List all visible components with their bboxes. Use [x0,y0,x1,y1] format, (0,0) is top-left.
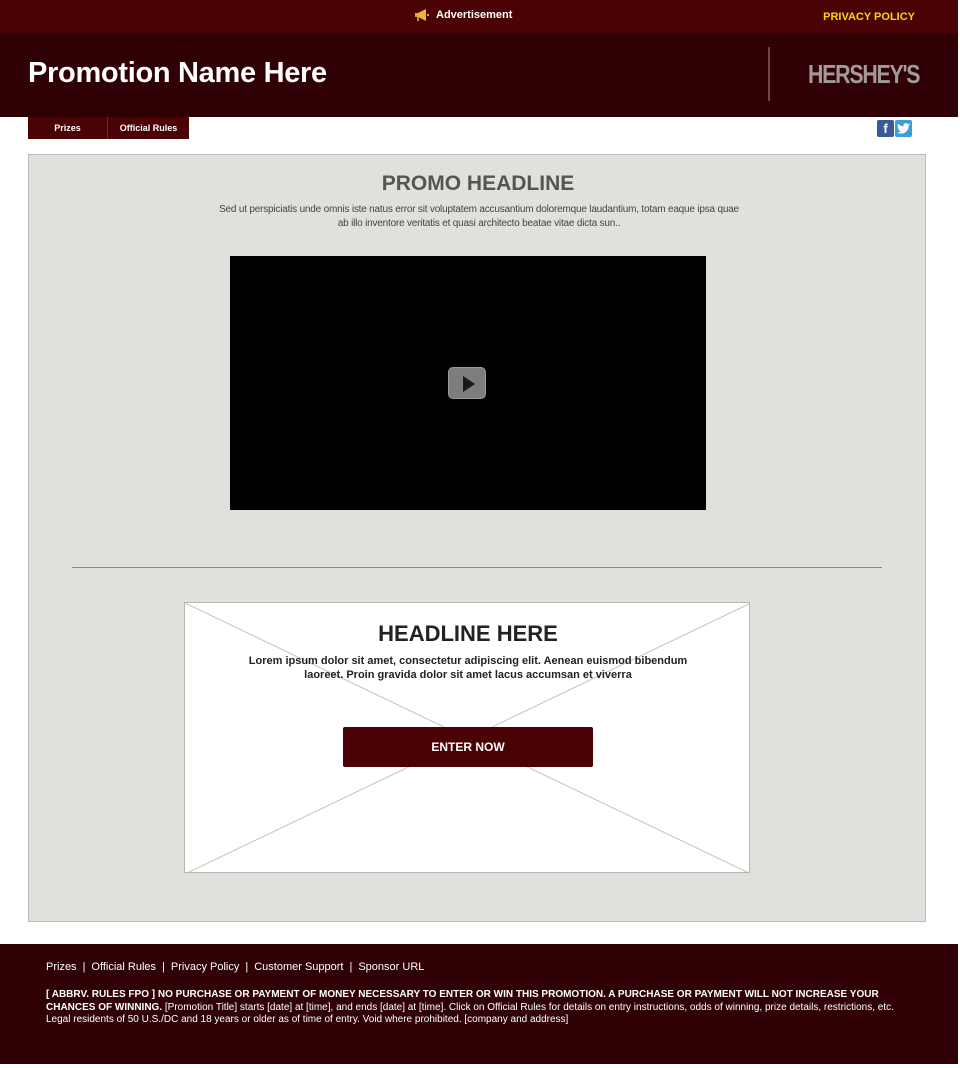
footer-legal-body: [Promotion Title] starts [date] at [time… [46,1001,894,1026]
footer-links: Prizes | Official Rules | Privacy Policy… [46,961,424,973]
footer-link-privacy-policy[interactable]: Privacy Policy [171,961,239,973]
privacy-policy-link[interactable]: PRIVACY POLICY [823,11,915,23]
promo-copy: Sed ut perspiciatis unde omnis iste natu… [219,204,739,229]
footer-link-sponsor-url[interactable]: Sponsor URL [358,961,424,973]
twitter-icon[interactable] [895,120,912,137]
twitter-bird-icon [897,123,910,134]
footer-separator: | [82,961,86,973]
facebook-glyph: f [883,121,888,136]
subnav-official-rules[interactable]: Official Rules [108,117,189,139]
footer-link-prizes[interactable]: Prizes [46,961,77,973]
footer-separator: | [245,961,249,973]
enter-now-button[interactable]: ENTER NOW [343,727,593,767]
sub-navigation: Prizes Official Rules [28,117,189,139]
advertisement-label-group: Advertisement [414,9,512,21]
subnav-prizes[interactable]: Prizes [28,117,108,139]
header: Promotion Name Here HERSHEY'S [0,33,958,117]
video-player[interactable] [230,256,706,510]
megaphone-icon [415,9,429,21]
footer-separator: | [162,961,165,973]
facebook-icon[interactable]: f [877,120,894,137]
play-icon[interactable] [448,367,486,399]
promotion-name: Promotion Name Here [28,57,327,89]
footer-link-official-rules[interactable]: Official Rules [91,961,156,973]
footer-link-customer-support[interactable]: Customer Support [254,961,343,973]
entry-headline: HEADLINE HERE [378,621,558,646]
entry-box: HEADLINE HERE Lorem ipsum dolor sit amet… [184,602,750,873]
footer-separator: | [349,961,353,973]
promo-headline: PROMO HEADLINE [381,172,575,195]
main-panel: PROMO HEADLINE Sed ut perspiciatis unde … [28,154,926,922]
advertisement-label: Advertisement [436,9,513,21]
promotion-page: Advertisement PRIVACY POLICY Promotion N… [0,0,958,1068]
section-divider [72,567,882,568]
entry-copy: Lorem ipsum dolor sit amet, consectetur … [248,655,688,681]
advertisement-bar: Advertisement PRIVACY POLICY [0,0,958,33]
header-divider [768,47,770,101]
hersheys-logo[interactable]: HERSHEY'S [808,59,921,90]
footer-legal-text: [ ABBRV. RULES FPO ] NO PURCHASE OR PAYM… [46,989,906,1027]
social-links: f [877,120,912,137]
footer: Prizes | Official Rules | Privacy Policy… [0,944,958,1064]
